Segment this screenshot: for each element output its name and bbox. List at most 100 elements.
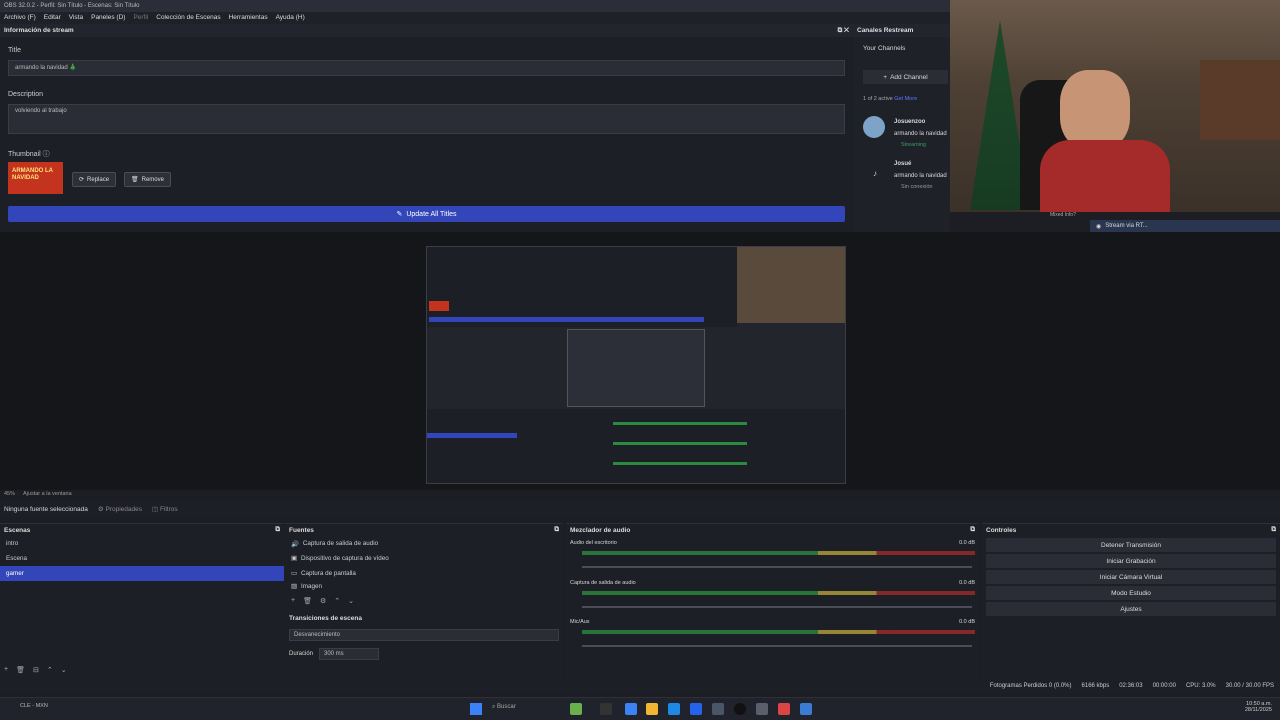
settings-button[interactable]: Ajustes — [986, 602, 1276, 616]
start-recording-button[interactable]: Iniciar Grabación — [986, 554, 1276, 568]
person-head — [1060, 70, 1130, 150]
channel-status: Sin conexión — [901, 184, 933, 190]
app-icon[interactable] — [570, 703, 582, 715]
trash-icon[interactable]: 🗑 — [303, 597, 312, 605]
clock[interactable]: 10:50 a.m. 28/11/2025 — [1245, 701, 1272, 713]
folder-icon[interactable] — [646, 703, 658, 715]
search-box[interactable]: ⌕ Buscar — [492, 704, 516, 711]
plus-icon[interactable]: + — [291, 597, 295, 605]
source-label: Imagen — [300, 582, 322, 590]
search-label: Buscar — [497, 704, 516, 710]
no-source-label: Ninguna fuente seleccionada — [4, 505, 88, 513]
undock-icon[interactable]: ⧉ — [554, 526, 559, 534]
webcam-overlay — [950, 0, 1280, 212]
properties-label: Propiedades — [105, 506, 142, 513]
source-toolbar: Ninguna fuente seleccionada ⚙ Propiedade… — [0, 502, 1280, 516]
app-icon[interactable] — [712, 703, 724, 715]
get-more-link[interactable]: Get More — [894, 96, 917, 102]
menu-bar: Archivo (F) Editar Vista Paneles (D) Per… — [0, 12, 950, 24]
windows-start-icon[interactable] — [470, 703, 482, 715]
nested-update-bar — [429, 317, 704, 322]
mixer-title: Mezclador de audio — [570, 526, 631, 534]
volume-slider[interactable] — [582, 606, 972, 608]
source-item[interactable]: 🔊 Captura de salida de audio — [285, 536, 563, 551]
scene-item[interactable]: intro — [0, 536, 284, 551]
menu-archivo[interactable]: Archivo (F) — [4, 14, 36, 22]
undock-icon[interactable]: ⧉ — [1271, 526, 1276, 534]
stop-stream-button[interactable]: Detener Transmisión — [986, 538, 1276, 552]
volume-slider[interactable] — [582, 645, 972, 647]
source-label: Captura de salida de audio — [302, 540, 379, 547]
avatar — [863, 116, 885, 138]
close-icon[interactable]: ⧉ ✕ — [838, 27, 849, 34]
menu-paneles[interactable]: Paneles (D) — [91, 14, 125, 22]
preview-canvas[interactable] — [426, 246, 846, 484]
app-icon[interactable] — [756, 703, 768, 715]
edge-icon[interactable] — [668, 703, 680, 715]
undock-icon[interactable]: ⧉ — [970, 526, 975, 534]
chevron-down-icon[interactable]: ⌄ — [61, 666, 67, 674]
filters-button[interactable]: ◫ Filtros — [152, 505, 178, 513]
scene-item[interactable]: gamer — [0, 566, 284, 581]
undock-icon[interactable]: ⧉ — [275, 526, 280, 534]
update-all-titles-button[interactable]: ✎ Update All Titles — [8, 206, 845, 222]
menu-herramientas[interactable]: Herramientas — [229, 14, 268, 22]
source-item[interactable]: ▨ Imagen — [285, 581, 563, 591]
scene-item[interactable]: Escena — [0, 551, 284, 566]
duration-input[interactable]: 300 ms — [319, 648, 379, 660]
chevron-up-icon[interactable]: ⌃ — [334, 597, 340, 605]
description-input[interactable]: volviendo al trabajo — [8, 104, 845, 134]
trash-icon: 🗑 — [131, 177, 139, 183]
chevron-up-icon[interactable]: ⌃ — [47, 666, 53, 674]
transitions-header: Transiciones de escena — [285, 612, 563, 624]
chevron-down-icon[interactable]: ⌄ — [348, 597, 354, 605]
remove-button[interactable]: 🗑 Remove — [124, 172, 171, 187]
app-icon[interactable] — [600, 703, 612, 715]
filter-icon[interactable]: ⊟ — [33, 666, 39, 674]
nested-docks — [427, 409, 845, 483]
plus-icon[interactable]: + — [4, 666, 8, 674]
source-item[interactable]: ▭ Captura de pantalla — [285, 566, 563, 581]
obs-icon[interactable] — [734, 703, 746, 715]
source-label: Dispositivo de captura de vídeo — [300, 555, 389, 562]
app-icon[interactable] — [800, 703, 812, 715]
replace-button[interactable]: ⟳ Replace — [72, 172, 117, 187]
tiktok-icon: ♪ — [873, 169, 877, 178]
your-channels: Your Channels — [863, 45, 906, 52]
channel-title: armando la navidad — [894, 131, 947, 137]
weather-widget[interactable]: CLE - MXN — [20, 703, 48, 709]
menu-coleccion[interactable]: Colección de Escenas — [156, 14, 220, 22]
gear-icon[interactable]: ⚙ — [320, 597, 326, 605]
menu-vista[interactable]: Vista — [69, 14, 83, 22]
thumbnail-image: ARMANDO LA NAVIDAD — [8, 162, 63, 194]
transition-select[interactable]: Desvanecimiento — [289, 629, 559, 641]
mixer-channel-db: 0.0 dB — [959, 540, 975, 546]
menu-editar[interactable]: Editar — [44, 14, 61, 22]
source-item[interactable]: ▣ Dispositivo de captura de vídeo — [285, 551, 563, 566]
scenes-title: Escenas — [4, 526, 31, 534]
start-virtual-camera-button[interactable]: Iniciar Cámara Virtual — [986, 570, 1276, 584]
scenes-dock: Escenas ⧉ intro Escena gamer + 🗑 ⊟ ⌃ ⌄ — [0, 523, 284, 680]
app-icon[interactable] — [690, 703, 702, 715]
title-input[interactable]: armando la navidad 🎄 — [8, 60, 845, 76]
zoom-controls[interactable]: 45% Ajustar a la ventana — [4, 491, 72, 497]
volume-slider[interactable] — [582, 566, 972, 568]
studio-mode-button[interactable]: Modo Estudio — [986, 586, 1276, 600]
scene-toolbar: + 🗑 ⊟ ⌃ ⌄ — [4, 666, 67, 674]
nested-meter — [613, 422, 747, 425]
description-label: Description — [8, 91, 44, 98]
edit-icon: ✎ — [396, 211, 403, 218]
menu-ayuda[interactable]: Ayuda (H) — [276, 14, 305, 22]
bitrate: 6166 kbps — [1081, 683, 1110, 689]
menu-perfil[interactable]: Perfil — [133, 14, 148, 22]
restream-title: Canales Restream — [857, 27, 914, 34]
audio-meter — [582, 551, 975, 555]
add-channel-button[interactable]: + Add Channel — [863, 70, 948, 84]
properties-button[interactable]: ⚙ Propiedades — [98, 505, 142, 513]
trash-icon[interactable]: 🗑 — [16, 666, 25, 674]
browser-icon[interactable] — [625, 703, 637, 715]
zoom-value: 45% — [4, 491, 16, 497]
search-icon: ⌕ — [492, 704, 496, 710]
dropped-frames: Fotogramas Perdidos 0 (0.0%) — [989, 683, 1072, 689]
chrome-icon[interactable] — [778, 703, 790, 715]
